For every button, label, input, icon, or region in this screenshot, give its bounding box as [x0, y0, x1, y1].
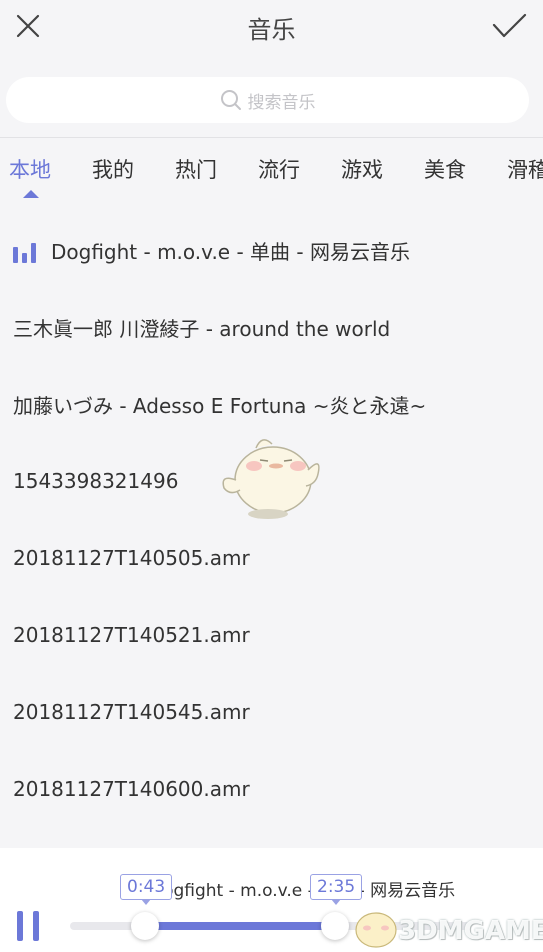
pause-icon[interactable] [15, 911, 41, 941]
song-title: 20181127T140600.amr [13, 777, 250, 801]
category-tabs: 本地 我的 热门 流行 游戏 美食 滑稽 [0, 150, 543, 190]
tab-food[interactable]: 美食 [424, 154, 466, 184]
tab-mine[interactable]: 我的 [92, 154, 134, 184]
list-item[interactable]: 20181127T140600.amr [13, 771, 250, 807]
tab-local[interactable]: 本地 [9, 154, 51, 184]
song-title: 三木眞一郎 川澄綾子 - around the world [13, 316, 391, 341]
tab-popular[interactable]: 流行 [258, 154, 300, 184]
song-title: 20181127T140545.amr [13, 700, 250, 724]
song-title: 20181127T140521.amr [13, 623, 250, 647]
list-item[interactable]: 加藤いづみ - Adesso E Fortuna ~炎と永遠~ [13, 386, 426, 422]
tab-funny[interactable]: 滑稽 [507, 154, 543, 184]
song-title: 1543398321496 [13, 469, 179, 493]
active-tab-indicator [23, 190, 39, 198]
watermark-logo [355, 912, 397, 948]
equalizer-icon [13, 241, 39, 263]
end-handle[interactable] [321, 912, 349, 940]
watermark-text: 3DMGAME [398, 916, 543, 946]
selected-range [145, 922, 335, 930]
list-item[interactable]: 20181127T140521.amr [13, 617, 250, 653]
start-handle[interactable] [131, 912, 159, 940]
start-time-label: 0:43 [120, 874, 173, 905]
mascot-sticker [222, 439, 320, 519]
list-item[interactable]: 1543398321496 [13, 463, 178, 499]
top-bar: 音乐 [0, 0, 543, 54]
search-icon [220, 90, 241, 110]
page-title: 音乐 [247, 16, 296, 44]
search-placeholder: 搜索音乐 [247, 92, 316, 113]
list-item[interactable]: 20181127T140505.amr [13, 540, 250, 576]
song-title: 加藤いづみ - Adesso E Fortuna ~炎と永遠~ [13, 393, 427, 418]
watermark: 3DMGAME [350, 902, 543, 952]
list-item[interactable]: 三木眞一郎 川澄綾子 - around the world [13, 309, 390, 345]
check-icon[interactable] [489, 8, 529, 44]
list-item[interactable]: 20181127T140545.amr [13, 694, 250, 730]
tab-hot[interactable]: 热门 [175, 154, 217, 184]
tab-games[interactable]: 游戏 [341, 154, 383, 184]
song-title: 20181127T140505.amr [13, 546, 250, 570]
search-input[interactable]: 搜索音乐 [6, 77, 529, 123]
divider [0, 137, 543, 138]
end-time-label: 2:35 [310, 874, 363, 905]
list-item[interactable]: Dogfight - m.o.v.e - 单曲 - 网易云音乐 [13, 232, 410, 268]
song-title: Dogfight - m.o.v.e - 单曲 - 网易云音乐 [51, 239, 410, 264]
